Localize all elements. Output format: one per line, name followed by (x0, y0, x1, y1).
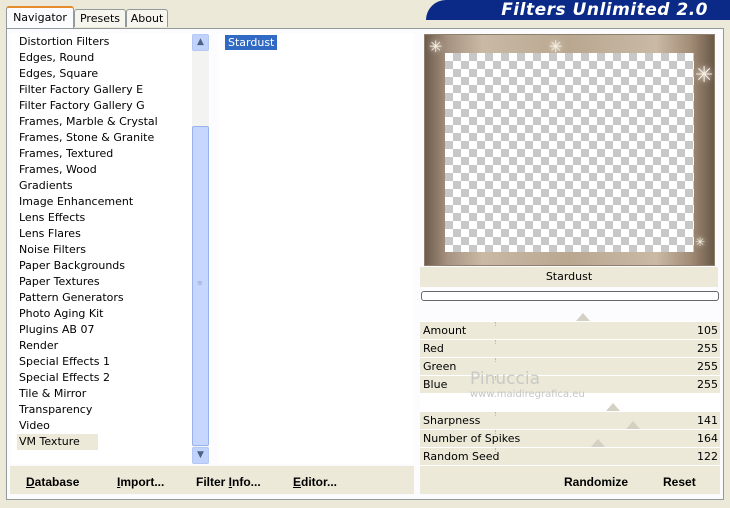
slider-ticks (495, 448, 710, 452)
arrow-up-icon: ▲ (197, 37, 204, 47)
category-item[interactable]: Frames, Marble & Crystal (19, 114, 158, 130)
slider-thumb[interactable] (591, 439, 606, 447)
bottom-button-bar-right: Randomize Reset (420, 466, 720, 494)
import-button[interactable]: Import... (117, 475, 164, 489)
sparkle-icon: ✳ (695, 235, 706, 249)
slider-value: 255 (697, 342, 718, 355)
scroll-down-button[interactable]: ▼ (192, 447, 209, 464)
category-scrollbar[interactable]: ▲ ≡ ▼ (192, 34, 209, 464)
category-item[interactable]: Pattern Generators (19, 290, 124, 306)
slider-value: 255 (697, 360, 718, 373)
tab-about[interactable]: About (126, 9, 168, 27)
slider-thumb[interactable] (625, 421, 640, 429)
category-item[interactable]: Gradients (19, 178, 73, 194)
tab-presets[interactable]: Presets (74, 9, 126, 27)
editor-label-mnemonic: E (293, 475, 302, 489)
scroll-thumb[interactable]: ≡ (192, 126, 209, 446)
slider-label: Random Seed (423, 450, 500, 463)
sparkle-icon: ✳ (549, 37, 563, 56)
scroll-up-button[interactable]: ▲ (192, 34, 209, 51)
category-item[interactable]: Image Enhancement (19, 194, 133, 210)
category-list[interactable]: Distortion Filters Edges, Round Edges, Squ… (10, 33, 210, 464)
slider-label: Sharpness (423, 414, 481, 427)
app-title: Filters Unlimited 2.0 (501, 0, 708, 20)
slider-number-of-spikes[interactable]: Number of Spikes 164 (420, 421, 720, 447)
slider-label: Green (423, 360, 457, 373)
database-label-mnemonic: D (26, 475, 35, 489)
sparkle-icon: ✳ (695, 63, 714, 88)
database-button[interactable]: Database (26, 475, 79, 489)
filter-info-label-post: nfo... (232, 475, 261, 489)
editor-label-post: ditor... (301, 475, 338, 489)
category-item[interactable]: Paper Backgrounds (19, 258, 125, 274)
slider-value: 141 (697, 414, 718, 427)
watermark-url: www.maidiregrafica.eu (470, 389, 585, 400)
tab-navigator[interactable]: Navigator (6, 6, 74, 28)
database-label-post: atabase (34, 475, 80, 489)
category-item[interactable]: Distortion Filters (19, 34, 109, 50)
slider-label: Amount (423, 324, 467, 337)
category-item[interactable]: Noise Filters (19, 242, 86, 258)
slider-green[interactable]: Green 255 (420, 357, 720, 375)
slider-value: 122 (697, 450, 718, 463)
category-item[interactable]: Lens Flares (19, 226, 81, 242)
category-item[interactable]: Plugins AB 07 (19, 322, 94, 338)
slider-label: Number of Spikes (423, 432, 521, 445)
slider-sharpness[interactable]: Sharpness 141 (420, 403, 720, 429)
progress-bar (421, 291, 719, 301)
category-item[interactable]: Edges, Round (19, 50, 94, 66)
slider-ticks (495, 322, 710, 326)
filter-list[interactable]: Stardust (218, 33, 414, 464)
import-label-post: mport... (120, 475, 165, 489)
grip-icon: ≡ (197, 279, 203, 287)
category-item[interactable]: Render (19, 338, 58, 354)
category-item[interactable]: Frames, Wood (19, 162, 97, 178)
category-item[interactable]: Filter Factory Gallery E (19, 82, 143, 98)
category-item[interactable]: Transparency (19, 402, 92, 418)
slider-ticks (495, 412, 710, 416)
slider-thumb[interactable] (576, 313, 591, 321)
slider-value: 164 (697, 432, 718, 445)
category-item[interactable]: Paper Textures (19, 274, 100, 290)
reset-button[interactable]: Reset (663, 475, 696, 489)
editor-button[interactable]: Editor... (293, 475, 337, 489)
category-item[interactable]: Photo Aging Kit (19, 306, 103, 322)
slider-ticks (495, 340, 710, 344)
watermark-text: Pinuccia (470, 369, 540, 389)
slider-ticks (495, 430, 710, 434)
slider-value: 105 (697, 324, 718, 337)
preview-filter-name: Stardust (545, 270, 593, 283)
filter-info-button[interactable]: Filter Info... (196, 475, 261, 489)
category-item[interactable]: Frames, Textured (19, 146, 113, 162)
arrow-down-icon: ▼ (197, 450, 204, 460)
slider-value: 255 (697, 378, 718, 391)
category-item[interactable]: VM Texture (17, 434, 98, 450)
slider-random-seed[interactable]: Random Seed 122 (420, 439, 720, 465)
category-item[interactable]: Filter Factory Gallery G (19, 98, 145, 114)
category-item[interactable]: Video (19, 418, 50, 434)
transparency-checkerboard (445, 53, 694, 252)
category-item[interactable]: Special Effects 1 (19, 354, 110, 370)
slider-label: Blue (423, 378, 448, 391)
bottom-button-bar: Database Import... Filter Info... Editor… (10, 466, 414, 494)
slider-thumb[interactable] (606, 403, 621, 411)
slider-ticks (495, 358, 710, 362)
category-item[interactable]: Edges, Square (19, 66, 98, 82)
preview-image: ✳ ✳ ✳ ✳ (424, 34, 715, 266)
filter-item-stardust[interactable]: Stardust (225, 35, 278, 50)
category-item[interactable]: Special Effects 2 (19, 370, 110, 386)
slider-amount[interactable]: Amount 105 (420, 313, 720, 339)
randomize-button[interactable]: Randomize (564, 475, 628, 489)
title-banner: Filters Unlimited 2.0 (426, 0, 730, 20)
slider-red[interactable]: Red 255 (420, 339, 720, 357)
category-item[interactable]: Tile & Mirror (19, 386, 86, 402)
category-item[interactable]: Lens Effects (19, 210, 85, 226)
filter-info-label-pre: Filter (196, 475, 229, 489)
sparkle-icon: ✳ (429, 37, 443, 56)
slider-label: Red (423, 342, 444, 355)
category-item[interactable]: Frames, Stone & Granite (19, 130, 154, 146)
